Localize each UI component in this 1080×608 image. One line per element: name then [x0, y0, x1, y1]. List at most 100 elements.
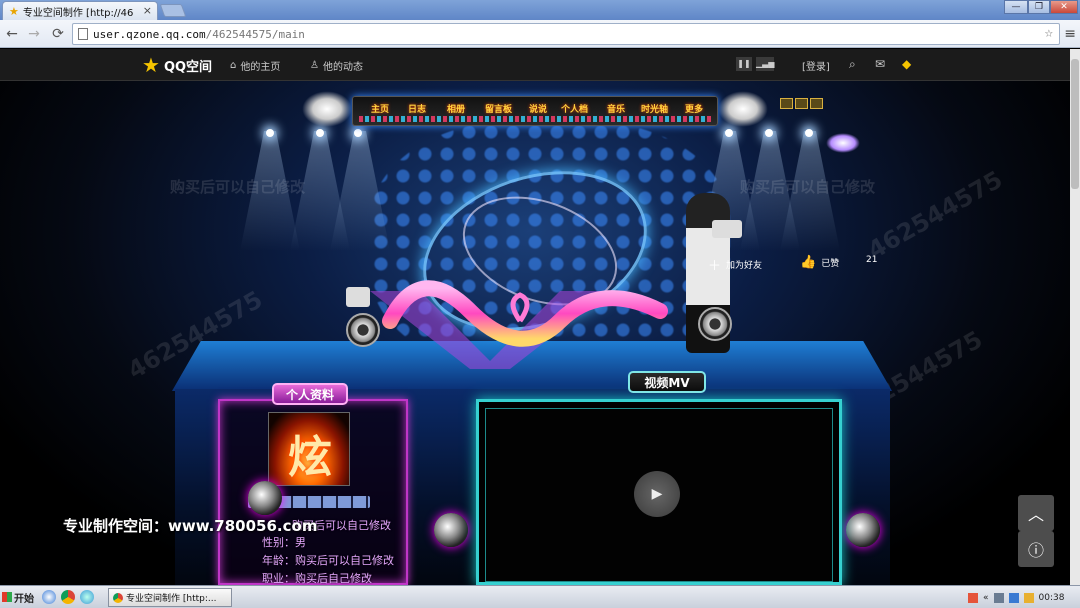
- left-speaker: [346, 313, 380, 347]
- skin-button[interactable]: [780, 98, 793, 109]
- home-icon: ⌂: [230, 60, 237, 71]
- tab-strip: ★ 专业空间制作 [http://46 × — ❐ ✕: [0, 0, 1080, 20]
- info-icon[interactable]: ⓘ: [1018, 531, 1054, 567]
- security-icon[interactable]: [1023, 592, 1034, 603]
- menu-item-guestbook[interactable]: 留言板: [485, 102, 512, 115]
- right-speaker: [698, 307, 732, 341]
- promo-overlay-text: 专业制作空间：www.780056.com: [63, 517, 318, 535]
- decor-orb: [434, 513, 468, 547]
- search-icon[interactable]: ⌕: [849, 57, 856, 72]
- mail-icon[interactable]: ✉: [875, 57, 885, 71]
- menu-item-home[interactable]: 主页: [371, 102, 389, 115]
- watermark: 462544575: [863, 165, 1008, 265]
- like-button[interactable]: 👍 已赞: [800, 255, 839, 270]
- tray-app-icon[interactable]: [968, 592, 978, 603]
- windows-flag-icon: [2, 592, 12, 602]
- video-panel-label[interactable]: 视频MV: [628, 371, 706, 393]
- reload-button[interactable]: ⟳: [48, 24, 68, 44]
- minimize-button[interactable]: —: [1004, 0, 1028, 14]
- skin-button[interactable]: [810, 98, 823, 109]
- url-host: user.qzone.qq.com: [93, 27, 206, 41]
- url-path: /462544575/main: [205, 27, 305, 41]
- spotlight: [354, 129, 362, 137]
- profile-line-age: 年龄：购买后可以自己修改: [262, 554, 394, 567]
- page-viewport: ★ QQ空间 ⌂ 他的主页 ♙ 他的动态 ❚❚ ▁▃▅ [登录] ⌕ ✉ ◆ 4…: [0, 49, 1070, 585]
- spotlight: [725, 129, 733, 137]
- network-icon[interactable]: [993, 592, 1004, 603]
- star-outline-icon[interactable]: ☆: [1045, 25, 1053, 41]
- add-friend-button[interactable]: ＋ 加为好友: [708, 255, 762, 274]
- watermark-text: 购买后可以自己修改: [740, 178, 876, 196]
- profile-line-gender: 性别：男: [262, 536, 306, 549]
- scrollbar-thumb[interactable]: [1071, 59, 1079, 189]
- qzone-logo[interactable]: ★ QQ空间: [142, 53, 212, 77]
- spotlight: [805, 129, 813, 137]
- start-button[interactable]: 开始: [0, 587, 36, 607]
- page-icon: [78, 28, 88, 40]
- menu-item-profile[interactable]: 个人档: [561, 102, 588, 115]
- watermark-text: 购买后可以自己修改: [170, 178, 306, 196]
- wrench-menu-icon[interactable]: ≡: [1064, 26, 1076, 42]
- close-window-button[interactable]: ✕: [1050, 0, 1078, 14]
- nav-his-feed-label: 他的动态: [322, 62, 363, 73]
- title-art: [370, 280, 668, 369]
- equalizer-icon[interactable]: ▁▃▅: [756, 57, 774, 71]
- plus-icon: ＋: [708, 259, 722, 274]
- chevron-up-icon[interactable]: ︿: [1018, 495, 1054, 531]
- spotlight: [266, 129, 274, 137]
- page-scrollbar[interactable]: [1070, 49, 1080, 585]
- like-label: 已赞: [821, 259, 840, 269]
- clock: 00:38: [1038, 592, 1065, 603]
- ie-icon[interactable]: [42, 590, 56, 604]
- skin-button[interactable]: [795, 98, 808, 109]
- like-count: 21: [866, 255, 877, 265]
- media-icon[interactable]: [80, 590, 94, 604]
- qzone-menu-bar: 主页 日志 相册 留言板 说说 个人档 音乐 时光轴 更多: [352, 96, 718, 126]
- tab-close-icon[interactable]: ×: [143, 4, 152, 17]
- decor-orb: [248, 481, 282, 515]
- nav-his-feed[interactable]: ♙ 他的动态: [310, 58, 363, 73]
- heart-shape: [510, 292, 530, 323]
- right-wing-decoration: [718, 91, 768, 127]
- diamond-icon[interactable]: ◆: [902, 57, 911, 71]
- qzone-stage: 462544575 462544575 462544575 462544575 …: [0, 81, 1070, 585]
- play-icon: ▶: [651, 486, 663, 502]
- menu-item-album[interactable]: 相册: [447, 102, 465, 115]
- menu-item-blog[interactable]: 日志: [408, 102, 426, 115]
- maximize-button[interactable]: ❐: [1028, 0, 1050, 14]
- avatar: 炫: [268, 412, 350, 486]
- taskbar-item-label: 专业空间制作 [http:...: [126, 594, 217, 604]
- browser-toolbar: ← → ⟳ user.qzone.qq.com/462544575/main ☆…: [0, 20, 1080, 48]
- new-tab-button[interactable]: [159, 4, 187, 17]
- pause-icon[interactable]: ❚❚: [736, 57, 752, 71]
- qzone-logo-text: QQ空间: [163, 59, 213, 75]
- browser-tab[interactable]: ★ 专业空间制作 [http://46 ×: [2, 1, 158, 20]
- menu-item-timeline[interactable]: 时光轴: [641, 102, 668, 115]
- menu-item-music[interactable]: 音乐: [607, 102, 625, 115]
- left-wing-decoration: [302, 91, 352, 127]
- volume-icon[interactable]: [1008, 592, 1019, 603]
- forward-button[interactable]: →: [24, 24, 44, 44]
- user-icon: ♙: [310, 60, 319, 71]
- menu-item-shuoshuo[interactable]: 说说: [529, 102, 547, 115]
- tray-expand-icon[interactable]: «: [983, 593, 989, 603]
- avatar-glyph: 炫: [288, 432, 332, 483]
- address-bar[interactable]: user.qzone.qq.com/462544575/main ☆: [72, 23, 1060, 45]
- nav-his-home[interactable]: ⌂ 他的主页: [230, 58, 280, 73]
- os-taskbar: 开始 专业空间制作 [http:... « 00:38: [0, 585, 1080, 608]
- chrome-icon[interactable]: [61, 590, 75, 604]
- start-label: 开始: [14, 593, 34, 605]
- qzone-star-icon: ★: [142, 53, 160, 77]
- profile-panel-label[interactable]: 个人资料: [272, 383, 348, 405]
- play-button[interactable]: ▶: [634, 471, 680, 517]
- taskbar-item-browser[interactable]: 专业空间制作 [http:...: [108, 588, 232, 607]
- chrome-icon: [113, 592, 123, 603]
- back-button[interactable]: ←: [2, 24, 22, 44]
- decor-orb: [846, 513, 880, 547]
- like-count-value: 21: [866, 255, 878, 265]
- qzone-topbar: ★ QQ空间 ⌂ 他的主页 ♙ 他的动态 ❚❚ ▁▃▅ [登录] ⌕ ✉ ◆: [0, 49, 1070, 81]
- browser-window: ★ 专业空间制作 [http://46 × — ❐ ✕ ← → ⟳ user.q…: [0, 0, 1080, 608]
- menu-item-more[interactable]: 更多: [685, 102, 703, 115]
- add-friend-label: 加为好友: [726, 261, 763, 271]
- login-link[interactable]: [登录]: [802, 58, 830, 73]
